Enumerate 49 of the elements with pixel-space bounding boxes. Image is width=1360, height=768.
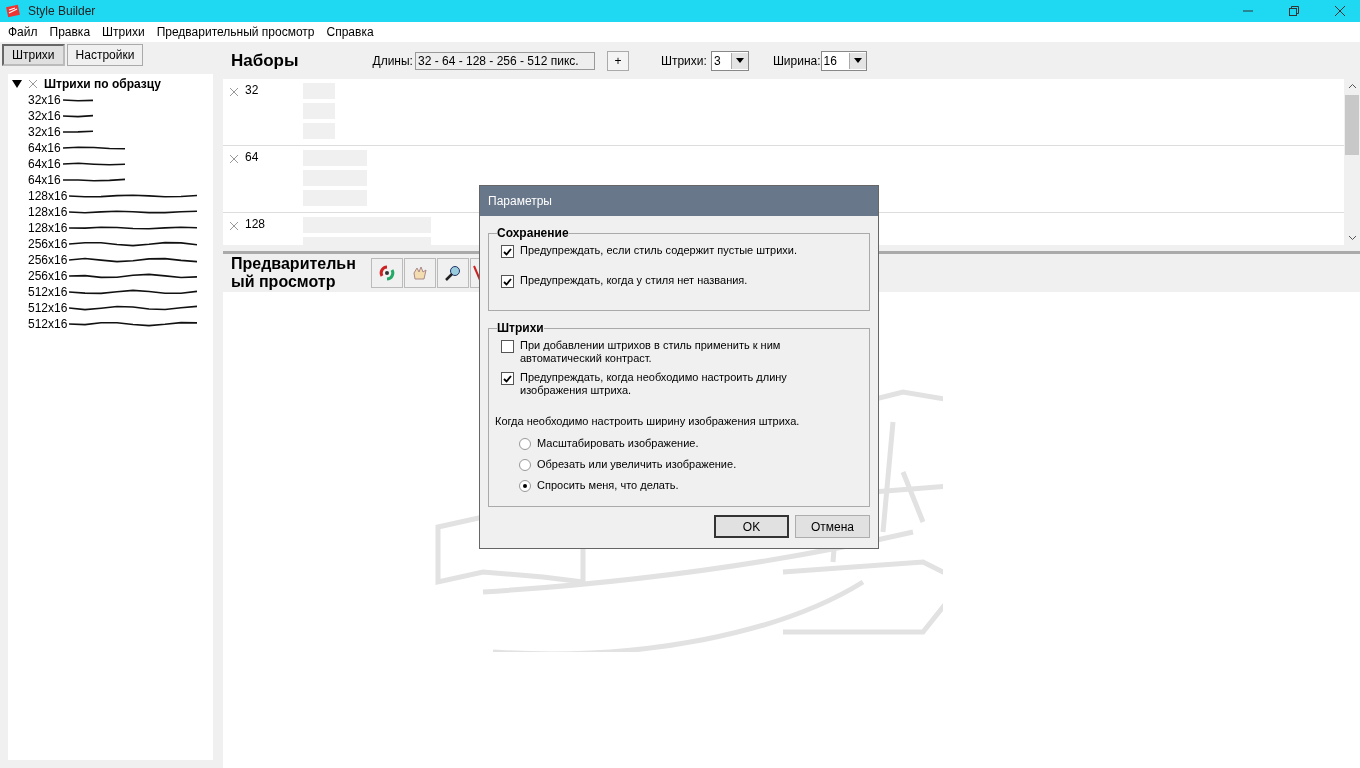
checkbox-label: Предупреждать, если стиль содержит пустые штрихи. [520,244,798,257]
checkbox-label: При добавлении штрихов в стиль применить к ним автоматический контраст. [520,339,782,365]
tree-item[interactable]: 32x16 [28,109,61,123]
tree-item[interactable]: 256x16 [28,237,68,251]
checkbox-label: Предупреждать, когда необходимо настроить длину изображения штриха. [520,371,788,397]
tree-item[interactable]: 128x16 [28,189,68,203]
menu-item[interactable]: Предварительный просмотр [150,25,321,39]
tree-root-label[interactable]: Штрихи по образцу [44,77,161,91]
dialog-button[interactable]: OK [714,515,789,538]
tree-item[interactable]: 64x16 [28,173,61,187]
dialog-button[interactable]: Отмена [795,515,870,538]
tree-item[interactable]: 512x16 [28,285,68,299]
tree-item[interactable]: 64x16 [28,157,61,171]
tree-item[interactable]: 32x16 [28,93,61,107]
radio-label: Обрезать или увеличить изображение. [537,458,737,471]
radio-label: Спросить меня, что делать. [537,479,679,492]
lengths-field[interactable]: 32 - 64 - 128 - 256 - 512 пикс. [414,51,595,70]
menu-item[interactable]: Правка [43,25,97,39]
set-length-label: 128 [244,217,267,231]
tree-item[interactable]: 32x16 [28,125,61,139]
menu-item[interactable]: Файл [2,25,44,39]
tree-item[interactable]: 512x16 [28,317,68,331]
group-title: Штрихи [497,321,544,335]
radio-label: Масштабировать изображение. [537,437,699,450]
width-label: Ширина: [772,53,821,68]
strokes-label: Штрихи: [660,53,707,68]
preview-heading: Предварительный просмотр [231,255,357,291]
tree-item[interactable]: 256x16 [28,253,68,267]
checkbox-label: Предупреждать, когда у стиля нет названия. [520,274,748,287]
strokes-dropdown[interactable]: 3 [710,50,749,71]
instruction-text: Когда необходимо настроить ширину изображения штриха. [495,415,801,427]
menu-item[interactable]: Штрихи [96,25,151,39]
window-title: Style Builder [28,4,96,18]
panel-tab[interactable]: Штрихи [2,44,65,66]
dialog-title: Параметры [480,186,878,216]
tree-item[interactable]: 128x16 [28,221,68,235]
tree-item[interactable]: 64x16 [28,141,61,155]
set-length-label: 64 [244,150,260,164]
group-title: Сохранение [497,226,569,240]
menu-item[interactable]: Справка [320,25,380,39]
width-dropdown[interactable]: 16 [820,50,867,71]
add-button[interactable]: + [606,50,629,71]
sets-heading: Наборы [231,50,299,71]
panel-tab[interactable]: Настройки [66,44,144,66]
tree-item[interactable]: 256x16 [28,269,68,283]
tree-item[interactable]: 512x16 [28,301,68,315]
tree-item[interactable]: 128x16 [28,205,68,219]
lengths-label: Длины: [372,53,413,68]
set-length-label: 32 [244,83,260,97]
